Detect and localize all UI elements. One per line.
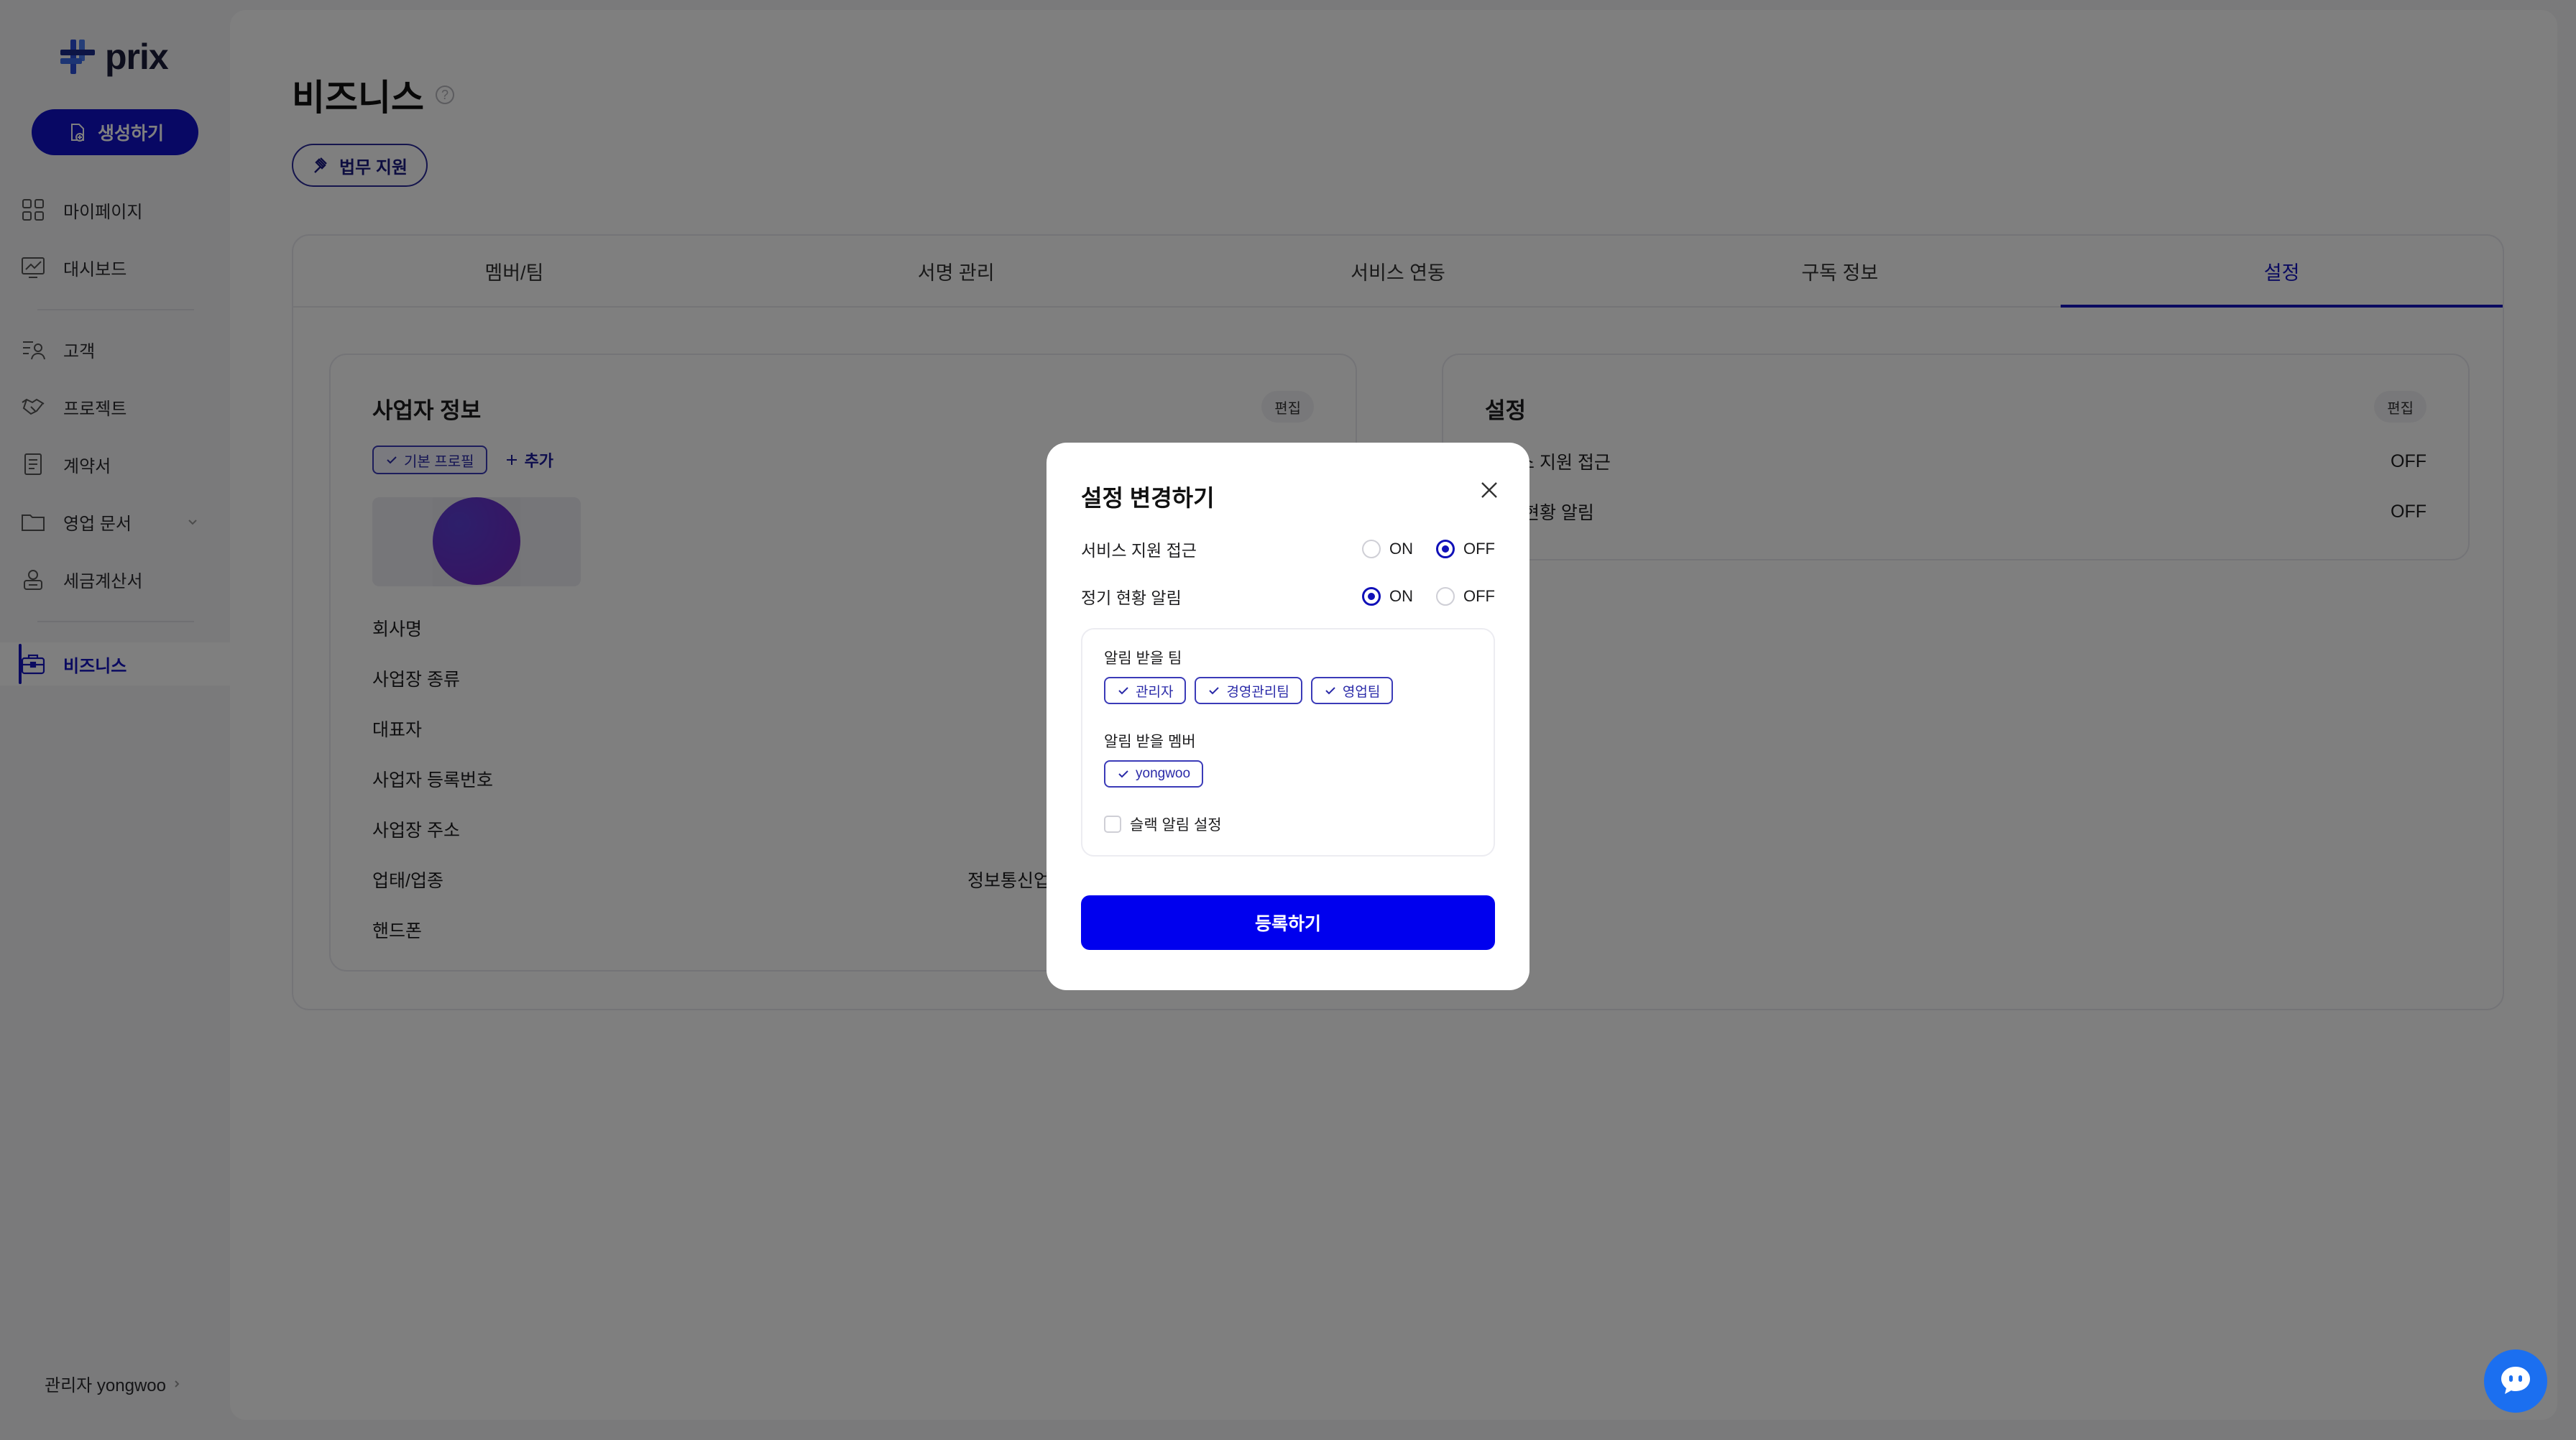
check-icon: [1118, 687, 1128, 695]
check-icon: [1209, 687, 1220, 695]
member-label: 알림 받을 멤버: [1104, 734, 1196, 750]
team-chip[interactable]: 경영관리팀: [1195, 677, 1302, 704]
team-chip-label: 관리자: [1136, 684, 1174, 700]
modal-title: 설정 변경하기: [1081, 485, 1215, 511]
chat-button[interactable]: [2484, 1349, 2547, 1413]
radio-label: OFF: [1463, 587, 1495, 605]
submit-button[interactable]: 등록하기: [1081, 895, 1495, 950]
option-support-access: 서비스 지원 접근 ON OFF: [1081, 535, 1495, 563]
close-icon: [1481, 482, 1497, 498]
team-label: 알림 받을 팀: [1104, 650, 1182, 667]
member-chips: yongwoo: [1104, 760, 1204, 788]
radio-label: ON: [1389, 587, 1413, 605]
radio-support-off[interactable]: OFF: [1436, 540, 1495, 558]
notification-panel: 알림 받을 팀 관리자 경영관리팀 영업팀 알림 받을 멤버 yongwoo 슬…: [1081, 628, 1495, 857]
slack-alert-option[interactable]: 슬랙 알림 설정: [1104, 813, 1222, 835]
radio-label: ON: [1389, 540, 1413, 558]
radio-circle-selected: [1436, 540, 1455, 558]
option-label: 서비스 지원 접근: [1081, 541, 1197, 560]
team-chip[interactable]: 관리자: [1104, 677, 1187, 704]
radio-circle: [1362, 540, 1381, 558]
team-chip-label: 경영관리팀: [1226, 684, 1289, 700]
close-button[interactable]: [1475, 476, 1504, 504]
team-chip[interactable]: 영업팀: [1310, 677, 1394, 704]
radio-circle-selected: [1362, 587, 1381, 606]
settings-modal: 설정 변경하기 서비스 지원 접근 ON OFF 정기 현황 알림 ON OFF…: [1046, 443, 1530, 990]
radio-alert-off[interactable]: OFF: [1436, 587, 1495, 606]
check-icon: [1325, 687, 1335, 695]
slack-label: 슬랙 알림 설정: [1130, 817, 1222, 834]
member-chip-label: yongwoo: [1136, 766, 1191, 781]
team-chip-label: 영업팀: [1342, 684, 1381, 700]
team-chips: 관리자 경영관리팀 영업팀: [1104, 677, 1394, 704]
slack-checkbox[interactable]: [1104, 816, 1121, 833]
option-label: 정기 현황 알림: [1081, 589, 1182, 607]
check-icon: [1118, 770, 1128, 778]
member-chip[interactable]: yongwoo: [1104, 760, 1204, 788]
radio-label: OFF: [1463, 540, 1495, 558]
radio-circle: [1436, 587, 1455, 606]
option-periodic-alert: 정기 현황 알림 ON OFF: [1081, 582, 1495, 611]
radio-support-on[interactable]: ON: [1362, 540, 1413, 558]
radio-alert-on[interactable]: ON: [1362, 587, 1413, 606]
chat-bubble-icon: [2501, 1367, 2530, 1394]
